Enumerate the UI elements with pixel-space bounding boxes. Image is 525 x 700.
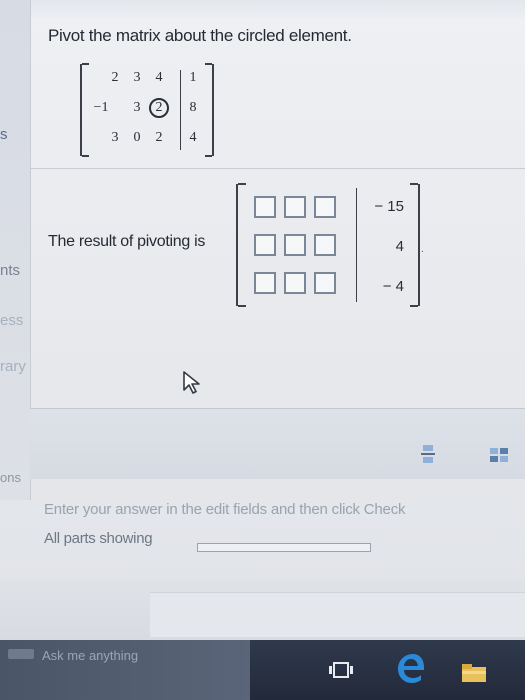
matrix-cell: 0 bbox=[133, 130, 141, 145]
answer-field-r3c3[interactable] bbox=[314, 272, 336, 294]
matrix-cell: 4 bbox=[155, 70, 163, 85]
parts-status: All parts showing bbox=[44, 530, 153, 547]
matrix-cell: −1 bbox=[93, 100, 109, 115]
task-view-icon[interactable] bbox=[328, 660, 354, 680]
sidebar-item-0[interactable]: s bbox=[0, 126, 8, 143]
sidebar-item-3[interactable]: rary bbox=[0, 358, 26, 375]
matrix-cell: 3 bbox=[133, 70, 141, 85]
lower-panel-box bbox=[150, 592, 525, 637]
matrix-cell: 3 bbox=[111, 130, 119, 145]
answer-field-r2c3[interactable] bbox=[314, 234, 336, 256]
instructions-hint: Enter your answer in the edit fields and… bbox=[44, 501, 406, 518]
matrix-icon[interactable] bbox=[486, 440, 514, 468]
answer-field-r1c3[interactable] bbox=[314, 196, 336, 218]
answer-field-r1c2[interactable] bbox=[284, 196, 306, 218]
result-constant: 4 bbox=[395, 238, 404, 255]
question-prompt: Pivot the matrix about the circled eleme… bbox=[48, 26, 352, 45]
edge-browser-icon[interactable] bbox=[394, 652, 426, 684]
math-toolbar bbox=[30, 408, 525, 479]
matrix-cell: 8 bbox=[189, 100, 197, 115]
mouse-cursor-icon bbox=[183, 371, 200, 394]
result-constant: − 15 bbox=[374, 198, 404, 215]
sidebar-item-1[interactable]: nts bbox=[0, 262, 20, 279]
answer-field-r3c2[interactable] bbox=[284, 272, 306, 294]
progress-bar bbox=[197, 543, 371, 552]
matrix-cell: 1 bbox=[189, 70, 197, 85]
matrix-cell: 2 bbox=[155, 130, 163, 145]
sidebar: s nts ess rary ons bbox=[0, 0, 31, 500]
answer-field-r3c1[interactable] bbox=[254, 272, 276, 294]
answer-field-r2c2[interactable] bbox=[284, 234, 306, 256]
file-explorer-icon[interactable] bbox=[460, 662, 488, 684]
given-matrix: 2 3 4 1 −1 3 2 8 3 0 2 4 bbox=[80, 63, 214, 157]
matrix-cell-pivot: 2 bbox=[155, 100, 163, 115]
augment-bar bbox=[180, 70, 181, 150]
period-mark: . bbox=[421, 244, 424, 255]
result-augment-bar bbox=[356, 188, 357, 302]
section-divider bbox=[30, 168, 525, 169]
taskbar-search-placeholder[interactable]: Ask me anything bbox=[42, 648, 138, 663]
answer-field-r1c1[interactable] bbox=[254, 196, 276, 218]
top-band bbox=[0, 0, 525, 18]
sidebar-item-2[interactable]: ess bbox=[0, 312, 23, 329]
result-matrix: − 15 4 − 4 bbox=[236, 183, 420, 307]
result-label: The result of pivoting is bbox=[48, 233, 206, 250]
fraction-icon[interactable] bbox=[414, 440, 442, 468]
matrix-cell: 3 bbox=[133, 100, 141, 115]
sidebar-item-4[interactable]: ons bbox=[0, 470, 21, 485]
answer-field-r2c1[interactable] bbox=[254, 234, 276, 256]
cortana-icon[interactable] bbox=[6, 646, 36, 662]
result-constant: − 4 bbox=[382, 278, 404, 295]
matrix-cell: 4 bbox=[189, 130, 197, 145]
matrix-cell: 2 bbox=[111, 70, 119, 85]
